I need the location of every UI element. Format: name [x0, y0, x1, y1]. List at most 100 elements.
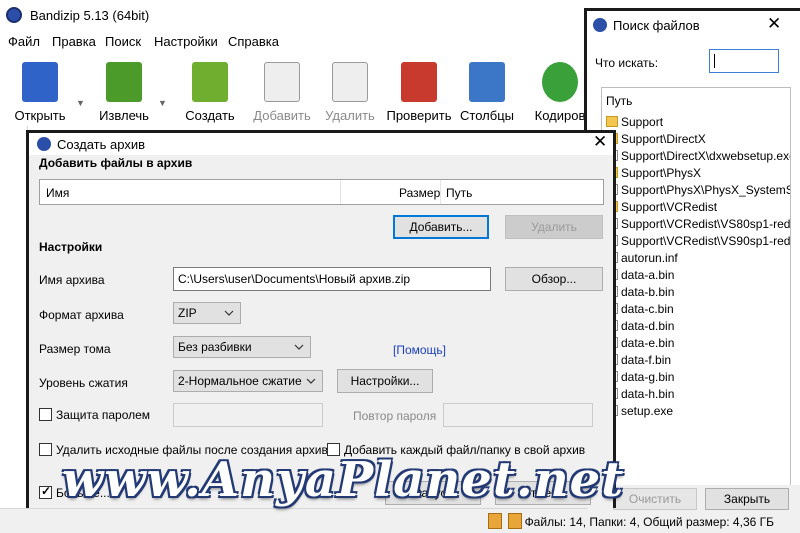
chevron-down-icon	[224, 310, 234, 316]
compression-settings-button[interactable]: Настройки...	[337, 369, 433, 393]
dialog-title-bar: Создать архив ✕	[29, 132, 613, 155]
delete-source-checkbox[interactable]	[39, 443, 52, 456]
close-icon[interactable]: ✕	[767, 14, 781, 34]
column-name[interactable]: Имя	[46, 186, 69, 200]
encoding-globe-icon	[542, 62, 578, 102]
extract-button[interactable]: Извлечь ▼	[88, 58, 167, 124]
password-checkbox[interactable]	[39, 408, 52, 421]
add-button[interactable]: Добавить	[246, 58, 318, 124]
search-result-row[interactable]: data-h.bin	[606, 387, 674, 404]
search-result-row[interactable]: data-g.bin	[606, 370, 674, 387]
delete-button-label: Удалить	[325, 108, 375, 123]
search-result-row[interactable]: Support\VCRedist\VS80sp1-redist	[606, 217, 791, 234]
search-result-row[interactable]: Support\PhysX\PhysX_SystemSol	[606, 183, 791, 200]
repeat-password-label: Повтор пароля	[353, 409, 437, 423]
search-result-path: Support	[621, 115, 664, 129]
clear-button[interactable]: Очистить	[613, 488, 697, 510]
search-result-path: autorun.inf	[621, 251, 678, 265]
volume-size-value: Без разбивки	[178, 340, 252, 354]
search-result-path: Support\DirectX\dxwebsetup.exe	[621, 149, 791, 163]
status-bar: Файлы: 14, Папки: 4, Общий размер: 4,36 …	[0, 508, 800, 533]
path-column-header[interactable]: Путь	[606, 94, 632, 108]
password-label[interactable]: Защита паролем	[56, 408, 150, 422]
search-window-icon	[593, 18, 607, 32]
search-result-row[interactable]: Support\DirectX\dxwebsetup.exe	[606, 149, 791, 166]
menu-file[interactable]: Файл	[8, 34, 40, 49]
test-archive-icon	[401, 62, 437, 102]
search-result-row[interactable]: data-c.bin	[606, 302, 674, 319]
search-close-button[interactable]: Закрыть	[705, 488, 789, 510]
search-result-path: Support\PhysX	[621, 166, 702, 180]
search-result-path: Support\VCRedist\VS80sp1-redist	[621, 217, 791, 231]
search-result-row[interactable]: Support\VCRedist	[606, 200, 717, 217]
search-result-path: data-c.bin	[621, 302, 674, 316]
search-result-row[interactable]: data-d.bin	[606, 319, 674, 336]
extract-button-label: Извлечь	[99, 108, 149, 123]
search-result-row[interactable]: Support\VCRedist\VS90sp1-redist	[606, 234, 790, 251]
search-result-row[interactable]: data-e.bin	[606, 336, 674, 353]
extract-dropdown-arrow[interactable]: ▼	[158, 98, 167, 108]
repeat-password-input[interactable]	[443, 403, 593, 427]
bandizip-app-icon	[6, 7, 22, 23]
compression-level-label: Уровень сжатия	[39, 376, 128, 390]
add-files-heading: Добавить файлы в архив	[39, 156, 193, 170]
search-result-path: Support\DirectX	[621, 132, 706, 146]
status-text: Файлы: 14, Папки: 4, Общий размер: 4,36 …	[524, 515, 774, 529]
create-archive-icon	[192, 62, 228, 102]
search-result-path: data-h.bin	[621, 387, 675, 401]
archive-format-value: ZIP	[178, 306, 197, 320]
search-result-path: data-g.bin	[621, 370, 675, 384]
column-separator	[440, 180, 441, 204]
menu-edit[interactable]: Правка	[52, 34, 96, 49]
volume-size-select[interactable]: Без разбивки	[173, 336, 311, 358]
site-watermark: www.AnyaPlanet.net	[62, 452, 625, 508]
search-result-path: data-f.bin	[621, 353, 672, 367]
column-size[interactable]: Размер	[399, 186, 440, 200]
help-link[interactable]: [Помощь]	[393, 343, 446, 357]
more-options-checkbox[interactable]	[39, 484, 52, 499]
search-result-row[interactable]: setup.exe	[606, 404, 673, 421]
columns-button[interactable]: Столбцы	[451, 58, 523, 124]
menu-search[interactable]: Поиск	[105, 34, 141, 49]
search-result-path: Support\PhysX\PhysX_SystemSol	[621, 183, 791, 197]
delete-button[interactable]: Удалить	[314, 58, 386, 124]
password-input[interactable]	[173, 403, 323, 427]
archive-name-input[interactable]: C:\Users\user\Documents\Новый архив.zip	[173, 267, 491, 291]
archive-status-icon	[488, 513, 502, 529]
files-table[interactable]: Имя Размер Путь	[39, 179, 604, 205]
folder-tree-pane[interactable]	[0, 126, 28, 506]
create-button-label: Создать	[185, 108, 235, 123]
search-result-path: Support\VCRedist	[621, 200, 718, 214]
file-search-window: Поиск файлов ✕ Что искать: Путь Support S…	[584, 8, 800, 511]
search-results-list[interactable]: Путь Support Support\DirectX Support\Direc…	[601, 87, 791, 487]
compression-level-select[interactable]: 2-Нормальное сжатие	[173, 370, 323, 392]
search-result-row[interactable]: data-b.bin	[606, 285, 674, 302]
search-result-row[interactable]: Support\DirectX	[606, 132, 706, 149]
search-input[interactable]	[709, 49, 779, 73]
dialog-close-icon[interactable]: ✕	[593, 132, 607, 152]
archive-format-select[interactable]: ZIP	[173, 302, 241, 324]
browse-button[interactable]: Обзор...	[505, 267, 603, 291]
search-result-row[interactable]: autorun.inf	[606, 251, 678, 268]
add-files-button[interactable]: Добавить...	[393, 215, 489, 239]
column-path[interactable]: Путь	[446, 186, 472, 200]
remove-files-button[interactable]: Удалить	[505, 215, 603, 239]
open-button[interactable]: Открыть ▼	[4, 58, 85, 124]
columns-icon	[469, 62, 505, 102]
menu-help[interactable]: Справка	[228, 34, 279, 49]
dialog-app-icon	[37, 137, 51, 151]
open-button-label: Открыть	[14, 108, 66, 123]
compression-level-value: 2-Нормальное сжатие	[178, 374, 302, 388]
search-result-path: setup.exe	[621, 404, 674, 418]
search-result-row[interactable]: Support\PhysX	[606, 166, 701, 183]
test-button-label: Проверить	[386, 108, 452, 123]
main-window-title: Bandizip 5.13 (64bit)	[30, 8, 150, 23]
menu-settings[interactable]: Настройки	[154, 34, 218, 49]
search-result-path: data-b.bin	[621, 285, 675, 299]
create-button[interactable]: Создать	[174, 58, 246, 124]
search-result-row[interactable]: data-a.bin	[606, 268, 674, 285]
delete-file-icon	[332, 62, 368, 102]
test-button[interactable]: Проверить	[383, 58, 455, 124]
archive-name-label: Имя архива	[39, 273, 105, 287]
open-dropdown-arrow[interactable]: ▼	[76, 98, 85, 108]
